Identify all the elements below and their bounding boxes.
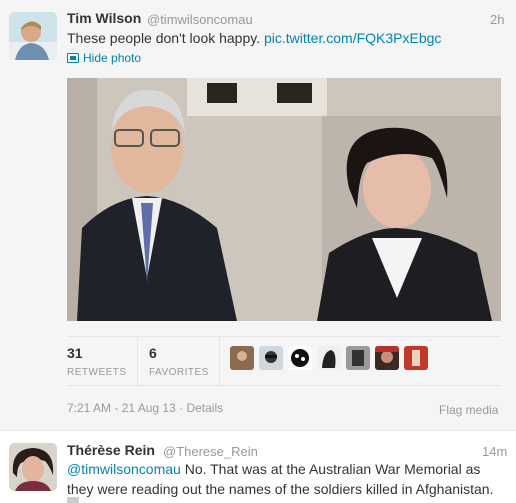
author-handle[interactable]: @timwilsoncomau — [147, 12, 253, 27]
hide-photo-button[interactable]: Hide photo — [67, 51, 141, 65]
tweet-body-line2: they were reading out the names of the s… — [67, 481, 494, 497]
author-name[interactable]: Thérèse Rein — [67, 442, 155, 458]
photo-icon — [67, 53, 79, 63]
user-avatar-icon[interactable] — [9, 443, 57, 491]
favoriter-avatar-icon[interactable] — [375, 346, 399, 370]
favorites-count: 6 — [149, 345, 157, 361]
retweets-label: RETWEETS — [67, 367, 127, 378]
tweet-body: These people don't look happy. — [67, 30, 261, 46]
tweet-text: @timwilsoncomau No. That was at the Aust… — [67, 459, 507, 499]
favoriter-avatar-icon[interactable] — [404, 346, 428, 370]
tweet-body-line1: No. That was at the Australian War Memor… — [180, 461, 481, 477]
tweet-time[interactable]: 2h — [490, 12, 504, 27]
hide-photo-label: Hide photo — [83, 51, 142, 65]
mention-link[interactable]: @timwilsoncomau — [67, 461, 181, 477]
conversation-icon[interactable] — [67, 497, 79, 503]
favorites-label: FAVORITES — [149, 367, 209, 378]
retweets-count: 31 — [67, 345, 83, 361]
flag-media-link[interactable]: Flag media — [439, 403, 498, 417]
favoriter-avatar-icon[interactable] — [317, 346, 341, 370]
user-avatar-icon[interactable] — [9, 12, 57, 60]
stat-divider — [219, 337, 220, 385]
favoriter-avatar-icon[interactable] — [346, 346, 370, 370]
favoriter-avatar-icon[interactable] — [230, 346, 254, 370]
tweet-timestamp[interactable]: 7:21 AM - 21 Aug 13 — [67, 401, 176, 415]
favoriter-avatar-icon[interactable] — [259, 346, 283, 370]
tweet-meta: 7:21 AM - 21 Aug 13 · Details — [67, 401, 224, 415]
author-handle[interactable]: @Therese_Rein — [163, 444, 258, 459]
author-name[interactable]: Tim Wilson — [67, 10, 141, 26]
stat-divider — [137, 337, 138, 385]
expanded-tweet[interactable]: Tim Wilson @timwilsoncomau 2h These peop… — [0, 0, 516, 431]
tweet-photo[interactable] — [67, 78, 501, 321]
tweet-text: These people don't look happy. pic.twitt… — [67, 28, 441, 48]
details-link[interactable]: Details — [186, 401, 223, 415]
photo-link[interactable]: pic.twitter.com/FQK3PxEbgc — [264, 30, 441, 46]
retweets-stat[interactable]: 31 RETWEETS — [67, 345, 127, 378]
favorites-stat[interactable]: 6 FAVORITES — [149, 345, 209, 378]
favoriter-avatar-icon[interactable] — [288, 346, 312, 370]
favoriters-list — [230, 346, 428, 370]
tweet-time[interactable]: 14m — [482, 444, 507, 459]
